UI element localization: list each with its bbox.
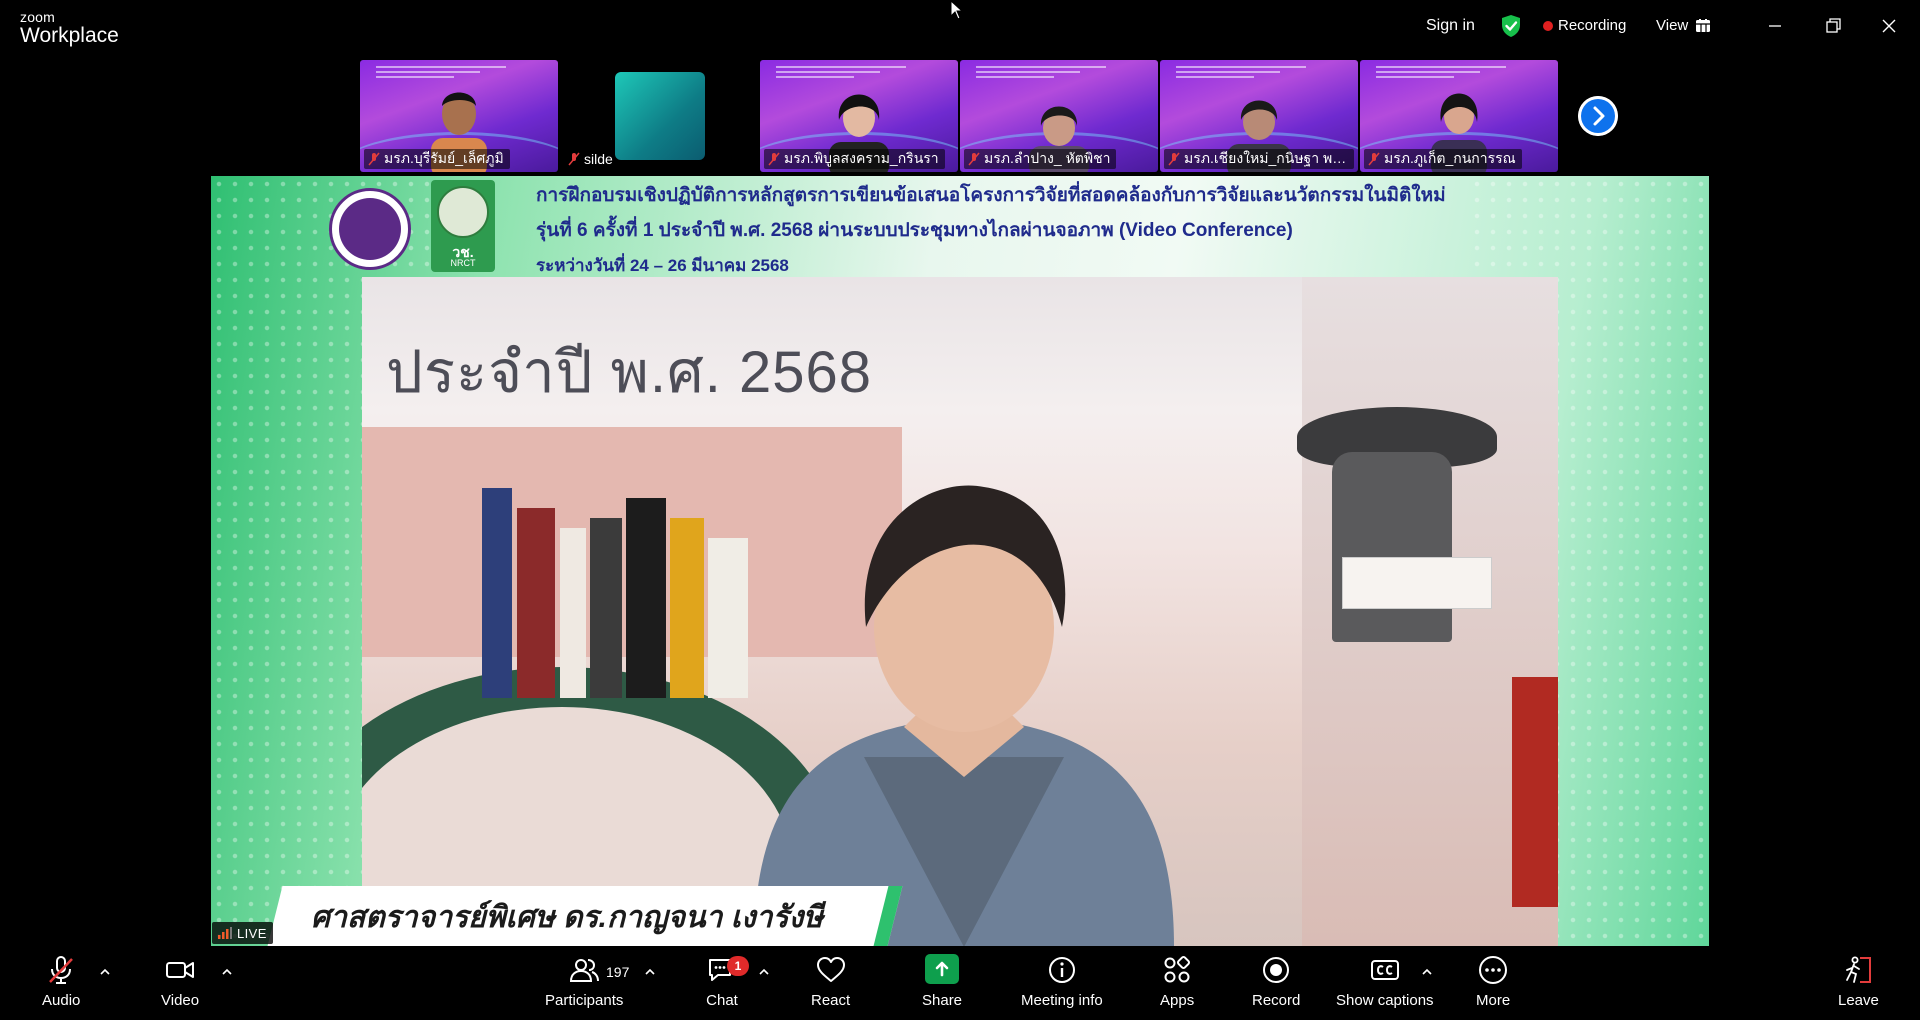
apps-button[interactable]: Apps [1160, 954, 1194, 1009]
show-captions-button[interactable]: Show captions [1336, 954, 1434, 1009]
participants-options-caret-icon[interactable] [644, 968, 656, 976]
video-options-caret-icon[interactable] [221, 968, 233, 976]
brand-big-text: Workplace [20, 24, 119, 47]
chat-unread-badge: 1 [727, 956, 749, 976]
participant-name: มรภ.บุรีรัมย์_เล็ศภูมิ [384, 150, 504, 166]
participants-button[interactable]: Participants [545, 954, 623, 1009]
participant-name-tag: มรภ.บุรีรัมย์_เล็ศภูมิ [364, 149, 510, 169]
share-label: Share [922, 992, 963, 1009]
audio-button[interactable]: Audio [42, 954, 80, 1009]
signal-bars-icon [218, 927, 232, 939]
title-bar: zoom Workplace Sign in Recording View [0, 0, 1920, 54]
event-title: การฝึกอบรมเชิงปฏิบัติการหลักสูตรการเขียน… [536, 185, 1446, 206]
nrct-logo: วช. NRCT [431, 180, 495, 272]
more-label: More [1476, 992, 1511, 1009]
leave-label: Leave [1838, 992, 1879, 1009]
view-button[interactable]: View [1656, 17, 1711, 34]
speaker-name-caption: ศาสตราจารย์พิเศษ ดร.กาญจนา เงารังษี [311, 901, 823, 934]
participant-name-tag: มรภ.ภูเก็ต_กนการรณ [1364, 149, 1522, 169]
recording-dot-icon [1543, 20, 1553, 31]
participant-name-tag: มรภ.เชียงใหม่_กนิษฐา พวง... [1164, 149, 1354, 169]
mic-muted-icon [968, 152, 980, 166]
mic-muted-icon [568, 152, 580, 166]
close-icon[interactable] [1876, 13, 1902, 39]
participant-thumbnail[interactable]: มรภ.พิบูลสงคราม_กรินรา [760, 60, 958, 172]
event-subtitle: รุ่นที่ 6 ครั้งที่ 1 ประจำปี พ.ศ. 2568 ผ… [536, 220, 1293, 241]
mic-muted-icon [1368, 152, 1380, 166]
participant-name: มรภ.พิบูลสงคราม_กรินรา [784, 150, 939, 166]
speaker-video-feed: ประจำปี พ.ศ. 2568 [362, 277, 1558, 946]
leave-button[interactable]: Leave [1838, 954, 1879, 1009]
encryption-shield-icon[interactable] [1500, 14, 1522, 38]
mouse-cursor-icon [950, 0, 964, 20]
participant-thumbnail[interactable]: silde [560, 60, 758, 172]
grid-view-icon [1696, 18, 1711, 32]
university-logo [329, 188, 411, 270]
participant-name: มรภ.เชียงใหม่_กนิษฐา พวง... [1184, 150, 1348, 166]
video-label: Video [161, 992, 200, 1009]
meeting-info-button[interactable]: Meeting info [1021, 954, 1103, 1009]
participant-name-tag: silde [564, 149, 619, 169]
meeting-info-label: Meeting info [1021, 992, 1103, 1009]
chat-label: Chat [706, 992, 738, 1009]
react-label: React [811, 992, 851, 1009]
backdrop-year-text: ประจำปี พ.ศ. 2568 [386, 340, 873, 405]
app-logo: zoom Workplace [20, 10, 119, 46]
participants-count: 197 [606, 964, 630, 980]
recording-indicator[interactable]: Recording [1543, 17, 1626, 34]
participant-thumbnail-strip: มรภ.บุรีรัมย์_เล็ศภูมิ silde มรภ.พิบูลสง… [360, 60, 1560, 172]
video-button[interactable]: Video [161, 954, 199, 1009]
participant-thumbnail[interactable]: มรภ.บุรีรัมย์_เล็ศภูมิ [360, 60, 558, 172]
main-video-stage: วช. NRCT การฝึกอบรมเชิงปฏิบัติการหลักสูต… [211, 176, 1709, 946]
show-captions-label: Show captions [1336, 992, 1434, 1009]
participant-thumbnail[interactable]: มรภ.ลำปาง_ หัตพิชา [960, 60, 1158, 172]
record-icon [1263, 957, 1290, 983]
participant-name: มรภ.ลำปาง_ หัตพิชา [984, 150, 1111, 166]
audio-label: Audio [42, 992, 81, 1009]
mic-muted-icon [768, 152, 780, 166]
mic-muted-icon [49, 956, 74, 984]
view-label: View [1656, 17, 1689, 34]
apps-label: Apps [1160, 992, 1195, 1009]
live-stream-badge[interactable]: LIVE [212, 922, 273, 944]
apps-icon [1164, 955, 1191, 983]
chat-options-caret-icon[interactable] [758, 968, 770, 976]
heart-icon [816, 957, 845, 982]
restore-icon[interactable] [1820, 13, 1846, 39]
sign-in-button[interactable]: Sign in [1426, 17, 1475, 35]
leave-door-icon [1846, 956, 1872, 983]
nrct-logo-english: NRCT [450, 258, 476, 268]
closed-captions-icon [1370, 960, 1399, 980]
brand-small-text: zoom [20, 9, 56, 25]
next-page-arrow-icon[interactable] [1578, 96, 1618, 136]
video-camera-icon [166, 962, 195, 978]
participants-icon [570, 959, 600, 982]
share-button[interactable]: Share [922, 954, 962, 1009]
participant-thumbnail[interactable]: มรภ.เชียงใหม่_กนิษฐา พวง... [1160, 60, 1358, 172]
react-button[interactable]: React [811, 954, 850, 1009]
event-dates: ระหว่างวันที่ 24 – 26 มีนาคม 2568 [536, 256, 789, 275]
more-options-icon [1479, 956, 1508, 984]
participants-label: Participants [545, 992, 624, 1009]
meeting-toolbar: Audio Video Participants 197 Chat 1 Reac… [0, 946, 1920, 1020]
more-button[interactable]: More [1476, 954, 1510, 1009]
participant-name: มรภ.ภูเก็ต_กนการรณ [1384, 150, 1516, 166]
speaker-figure [754, 485, 1174, 946]
shared-screen-preview [615, 72, 705, 160]
mic-muted-icon [1168, 152, 1180, 166]
participant-name-tag: มรภ.พิบูลสงคราม_กรินรา [764, 149, 945, 169]
record-label: Record [1252, 992, 1301, 1009]
mic-muted-icon [368, 152, 380, 166]
participant-thumbnail[interactable]: มรภ.ภูเก็ต_กนการรณ [1360, 60, 1558, 172]
share-screen-icon [925, 954, 960, 984]
minimize-icon[interactable] [1762, 13, 1788, 39]
info-icon [1048, 957, 1075, 983]
participant-name-tag: มรภ.ลำปาง_ หัตพิชา [964, 149, 1117, 169]
participant-name: silde [584, 151, 613, 167]
recording-label: Recording [1558, 17, 1627, 34]
record-button[interactable]: Record [1252, 954, 1300, 1009]
captions-options-caret-icon[interactable] [1421, 968, 1433, 976]
audio-options-caret-icon[interactable] [99, 968, 111, 976]
live-label: LIVE [237, 925, 267, 941]
